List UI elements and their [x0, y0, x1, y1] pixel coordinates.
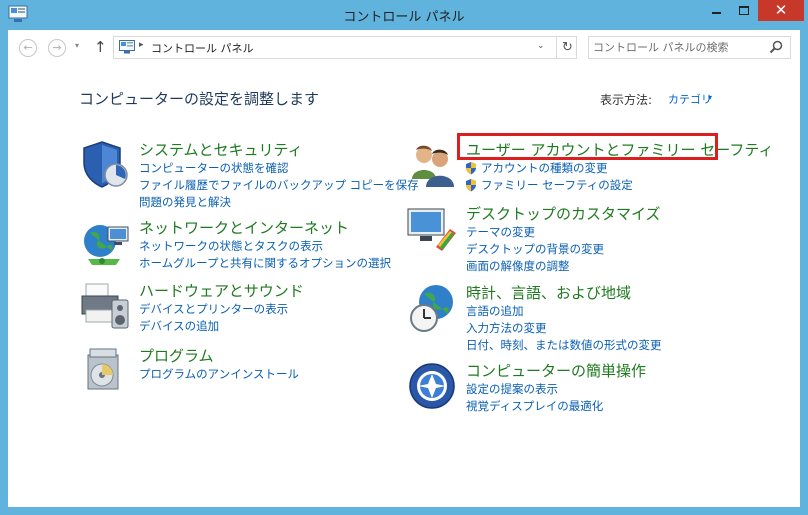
view-by-chevron-down-icon[interactable]: ▾	[708, 93, 712, 102]
maximize-button[interactable]	[730, 0, 758, 21]
link-change-account-type-label[interactable]: アカウントの種類の変更	[481, 161, 608, 175]
recent-locations-dropdown-icon[interactable]: ▾	[75, 41, 79, 50]
highlight-box	[457, 133, 718, 160]
users-icon[interactable]	[406, 139, 458, 191]
link-family-safety-settings[interactable]: ファミリー セーフティの設定	[465, 177, 633, 194]
link-change-date-time-number-format[interactable]: 日付、時刻、または数値の形式の変更	[466, 337, 662, 354]
link-change-desktop-background[interactable]: デスクトップの背景の変更	[466, 241, 604, 258]
control-panel-window: コントロール パネル ✕ ← → ▾ ↑ ▸ コントロール パネル ⌄ ↻ コン…	[0, 0, 808, 515]
navigation-bar: ← → ▾ ↑ ▸ コントロール パネル ⌄ ↻	[8, 30, 800, 66]
page-title: コンピューターの設定を調整します	[79, 90, 320, 108]
link-change-input-method[interactable]: 入力方法の変更	[466, 320, 662, 337]
category-programs: プログラム プログラムのアンインストール	[80, 345, 400, 401]
uac-shield-icon	[466, 162, 476, 175]
link-adjust-screen-resolution[interactable]: 画面の解像度の調整	[466, 258, 604, 275]
address-bar[interactable]: ▸ コントロール パネル ⌄ ↻	[113, 36, 577, 59]
minimize-button[interactable]	[702, 0, 730, 21]
programs-icon[interactable]	[80, 345, 132, 397]
category-hardware-sound: ハードウェアとサウンド デバイスとプリンターの表示 デバイスの追加	[80, 280, 400, 336]
up-button[interactable]: ↑	[94, 38, 107, 56]
link-add-language[interactable]: 言語の追加	[466, 303, 662, 320]
category-title-network-internet[interactable]: ネットワークとインターネット	[139, 217, 349, 238]
close-icon: ✕	[774, 1, 788, 19]
category-title-clock-language-region[interactable]: 時計、言語、および地域	[466, 282, 631, 303]
category-network-internet: ネットワークとインターネット ネットワークの状態とタスクの表示 ホームグループと…	[80, 217, 400, 273]
category-ease-of-access: コンピューターの簡単操作 設定の提案の表示 視覚ディスプレイの最適化	[406, 360, 736, 416]
link-change-account-type[interactable]: アカウントの種類の変更	[465, 160, 633, 177]
window-title: コントロール パネル	[343, 10, 465, 25]
uac-shield-icon	[466, 179, 476, 192]
link-show-suggested-settings[interactable]: 設定の提案の表示	[466, 381, 603, 398]
link-family-safety-settings-label[interactable]: ファミリー セーフティの設定	[481, 178, 633, 192]
category-system-security: システムとセキュリティ コンピューターの状態を確認 ファイル履歴でファイルのバッ…	[80, 139, 419, 209]
view-by-label: 表示方法:	[600, 93, 653, 107]
link-view-devices-printers[interactable]: デバイスとプリンターの表示	[139, 301, 288, 318]
search-box[interactable]	[588, 36, 791, 59]
view-by-dropdown[interactable]: カテゴリ	[668, 91, 712, 107]
desktop-icon[interactable]	[406, 203, 458, 255]
clock-globe-icon[interactable]	[406, 282, 458, 334]
category-title-programs[interactable]: プログラム	[139, 345, 214, 366]
title-bar[interactable]: コントロール パネル ✕	[0, 0, 808, 30]
close-button[interactable]: ✕	[758, 0, 804, 21]
shield-icon[interactable]	[80, 139, 132, 191]
ease-of-access-icon[interactable]	[406, 360, 458, 412]
link-uninstall-program[interactable]: プログラムのアンインストール	[139, 366, 299, 383]
search-input[interactable]	[593, 39, 763, 55]
breadcrumb-control-panel[interactable]: コントロール パネル	[151, 40, 254, 56]
category-title-hardware-sound[interactable]: ハードウェアとサウンド	[139, 280, 304, 301]
network-globe-icon[interactable]	[80, 217, 132, 269]
link-check-computer-status[interactable]: コンピューターの状態を確認	[139, 160, 419, 177]
category-desktop-customization: デスクトップのカスタマイズ テーマの変更 デスクトップの背景の変更 画面の解像度…	[406, 203, 736, 273]
breadcrumb-separator-icon[interactable]: ▸	[139, 40, 144, 50]
link-find-fix-problems[interactable]: 問題の発見と解決	[139, 194, 419, 211]
search-icon[interactable]	[769, 40, 783, 54]
control-panel-location-icon	[119, 40, 135, 54]
link-homegroup-sharing[interactable]: ホームグループと共有に関するオプションの選択	[139, 255, 391, 272]
link-view-network-status[interactable]: ネットワークの状態とタスクの表示	[139, 238, 391, 255]
forward-button[interactable]: →	[48, 39, 66, 57]
refresh-button[interactable]: ↻	[556, 37, 578, 58]
link-file-history-backup[interactable]: ファイル履歴でファイルのバックアップ コピーを保存	[139, 177, 419, 194]
address-history-dropdown-icon[interactable]: ⌄	[537, 41, 545, 51]
link-add-device[interactable]: デバイスの追加	[139, 318, 288, 335]
client-area: ← → ▾ ↑ ▸ コントロール パネル ⌄ ↻ コントロール パネルの検索 コ…	[8, 30, 800, 507]
category-title-system-security[interactable]: システムとセキュリティ	[139, 139, 303, 160]
printer-speaker-icon[interactable]	[80, 280, 132, 332]
category-title-desktop-customization[interactable]: デスクトップのカスタマイズ	[466, 203, 661, 224]
category-clock-language-region: 時計、言語、および地域 言語の追加 入力方法の変更 日付、時刻、または数値の形式…	[406, 282, 736, 352]
link-change-theme[interactable]: テーマの変更	[466, 224, 604, 241]
category-title-ease-of-access[interactable]: コンピューターの簡単操作	[466, 360, 646, 381]
back-button[interactable]: ←	[19, 39, 37, 57]
link-optimize-visual-display[interactable]: 視覚ディスプレイの最適化	[466, 398, 603, 415]
